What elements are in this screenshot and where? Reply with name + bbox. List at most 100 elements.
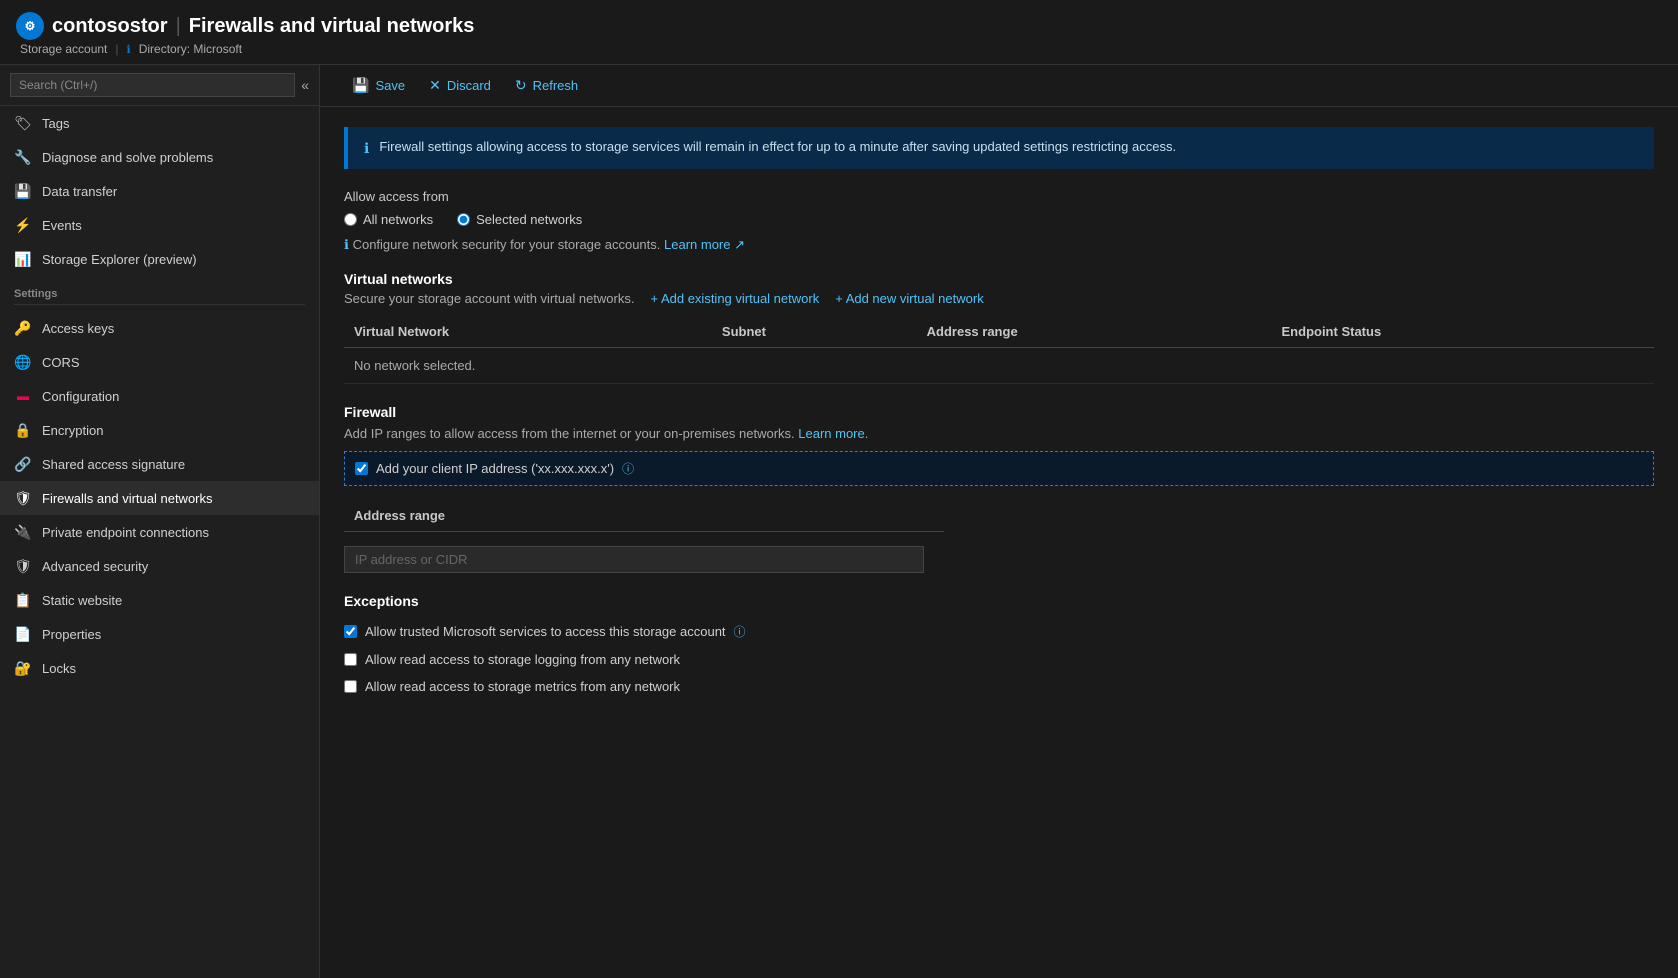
col-virtual-network: Virtual Network [344, 316, 712, 348]
vnet-desc-text: Secure your storage account with virtual… [344, 291, 634, 306]
sidebar-item-label: Access keys [42, 321, 114, 336]
vnet-empty-message: No network selected. [344, 348, 1654, 384]
col-endpoint-status: Endpoint Status [1272, 316, 1654, 348]
access-keys-icon: 🔑 [14, 319, 32, 337]
radio-selected-networks-input[interactable] [457, 213, 470, 226]
radio-all-networks-label: All networks [363, 212, 433, 227]
sidebar-item-cors[interactable]: 🌐 CORS [0, 345, 319, 379]
sidebar-search-area: « [0, 65, 319, 106]
info-banner: ℹ Firewall settings allowing access to s… [344, 127, 1654, 169]
info-small-icon: ℹ [344, 237, 349, 252]
breadcrumb-divider: | [115, 42, 118, 56]
save-button[interactable]: 💾 Save [340, 73, 417, 98]
toolbar: 💾 Save ✕ Discard ↻ Refresh [320, 65, 1678, 107]
exception-checkbox-read-logging[interactable] [344, 653, 357, 666]
sidebar-item-configuration[interactable]: ▬ Configuration [0, 379, 319, 413]
sidebar-item-events[interactable]: ⚡ Events [0, 208, 319, 242]
vnet-title: Virtual networks [344, 271, 1654, 287]
sidebar-item-private-endpoint[interactable]: 🔌 Private endpoint connections [0, 515, 319, 549]
virtual-networks-section: Virtual networks Secure your storage acc… [344, 271, 1654, 384]
info-banner-text: Firewall settings allowing access to sto… [379, 139, 1176, 154]
exceptions-section: Exceptions Allow trusted Microsoft servi… [344, 593, 1654, 698]
advanced-security-icon: 🛡 [14, 557, 32, 575]
sidebar-item-data-transfer[interactable]: 💾 Data transfer [0, 174, 319, 208]
sidebar-item-label: Static website [42, 593, 122, 608]
add-existing-label: + Add existing virtual network [650, 291, 819, 306]
radio-all-networks-input[interactable] [344, 213, 357, 226]
table-row-empty: No network selected. [344, 348, 1654, 384]
addr-range-header: Address range [344, 500, 944, 532]
learn-more-link-access[interactable]: Learn more ↗ [664, 237, 745, 252]
radio-selected-networks[interactable]: Selected networks [457, 212, 582, 227]
locks-icon: 🔐 [14, 659, 32, 677]
radio-selected-networks-label: Selected networks [476, 212, 582, 227]
add-new-vnet-link[interactable]: + Add new virtual network [835, 291, 984, 306]
add-ip-checkbox[interactable] [355, 462, 368, 475]
firewall-title: Firewall [344, 404, 1654, 420]
exception-label-trusted: Allow trusted Microsoft services to acce… [365, 624, 726, 639]
sidebar-item-label: Configuration [42, 389, 119, 404]
search-input[interactable] [10, 73, 295, 97]
exceptions-title: Exceptions [344, 593, 1654, 609]
page-title: Firewalls and virtual networks [189, 15, 475, 38]
vnet-table: Virtual Network Subnet Address range End… [344, 316, 1654, 384]
breadcrumb-directory: Directory: Microsoft [139, 42, 242, 56]
add-ip-label: Add your client IP address ('xx.xxx.xxx.… [376, 461, 614, 476]
sidebar-item-encryption[interactable]: 🔒 Encryption [0, 413, 319, 447]
firewalls-icon: 🛡 [14, 489, 32, 507]
learn-more-firewall-label: Learn more. [798, 426, 868, 441]
refresh-label: Refresh [533, 78, 579, 93]
sidebar-item-storage-explorer[interactable]: 📊 Storage Explorer (preview) [0, 242, 319, 276]
ip-address-input[interactable] [344, 546, 924, 573]
sidebar-item-locks[interactable]: 🔐 Locks [0, 651, 319, 685]
sidebar-item-advanced-security[interactable]: 🛡 Advanced security [0, 549, 319, 583]
learn-more-label: Learn more [664, 237, 730, 252]
sidebar-item-tags[interactable]: 🏷 Tags [0, 106, 319, 140]
sidebar-item-label: Encryption [42, 423, 103, 438]
diagnose-icon: 🔧 [14, 148, 32, 166]
sidebar-item-label: Advanced security [42, 559, 148, 574]
sidebar-item-shared-access-signature[interactable]: 🔗 Shared access signature [0, 447, 319, 481]
sidebar-item-static-website[interactable]: 📋 Static website [0, 583, 319, 617]
add-existing-vnet-link[interactable]: + Add existing virtual network [650, 291, 819, 306]
collapse-button[interactable]: « [301, 77, 309, 93]
allow-access-title: Allow access from [344, 189, 1654, 204]
sidebar-item-label: Properties [42, 627, 101, 642]
directory-info-icon: ℹ [127, 43, 131, 56]
refresh-button[interactable]: ↻ Refresh [503, 73, 590, 98]
sidebar-item-access-keys[interactable]: 🔑 Access keys [0, 311, 319, 345]
breadcrumb-storage: Storage account [20, 42, 107, 56]
exception-label-read-logging: Allow read access to storage logging fro… [365, 652, 680, 667]
header-subtitle: Storage account | ℹ Directory: Microsoft [16, 42, 1662, 56]
header: ⚙ contosostor | Firewalls and virtual ne… [0, 0, 1678, 65]
sidebar-item-diagnose[interactable]: 🔧 Diagnose and solve problems [0, 140, 319, 174]
allow-access-section: Allow access from All networks Selected … [344, 189, 1654, 253]
sidebar-item-label: Diagnose and solve problems [42, 150, 213, 165]
learn-more-link-firewall[interactable]: Learn more. [798, 426, 868, 441]
discard-button[interactable]: ✕ Discard [417, 73, 503, 98]
sidebar-item-firewalls[interactable]: 🛡 Firewalls and virtual networks [0, 481, 319, 515]
vnet-desc: Secure your storage account with virtual… [344, 291, 1654, 306]
col-address-range: Address range [917, 316, 1272, 348]
header-title-row: ⚙ contosostor | Firewalls and virtual ne… [16, 12, 1662, 40]
exception-checkbox-trusted[interactable] [344, 625, 357, 638]
shared-access-icon: 🔗 [14, 455, 32, 473]
sidebar-item-properties[interactable]: 📄 Properties [0, 617, 319, 651]
address-range-table: Address range [344, 500, 944, 532]
separator: | [176, 15, 181, 38]
radio-all-networks[interactable]: All networks [344, 212, 433, 227]
exception-checkbox-read-metrics[interactable] [344, 680, 357, 693]
sidebar-item-label: CORS [42, 355, 80, 370]
sidebar-item-label: Storage Explorer (preview) [42, 252, 197, 267]
discard-icon: ✕ [429, 77, 441, 94]
encryption-icon: 🔒 [14, 421, 32, 439]
discard-label: Discard [447, 78, 491, 93]
exception-item-read-logging: Allow read access to storage logging fro… [344, 648, 1654, 671]
storage-explorer-icon: 📊 [14, 250, 32, 268]
radio-group-access: All networks Selected networks [344, 212, 1654, 227]
data-transfer-icon: 💾 [14, 182, 32, 200]
sidebar-item-label: Events [42, 218, 82, 233]
properties-icon: 📄 [14, 625, 32, 643]
firewall-section: Firewall Add IP ranges to allow access f… [344, 404, 1654, 573]
events-icon: ⚡ [14, 216, 32, 234]
